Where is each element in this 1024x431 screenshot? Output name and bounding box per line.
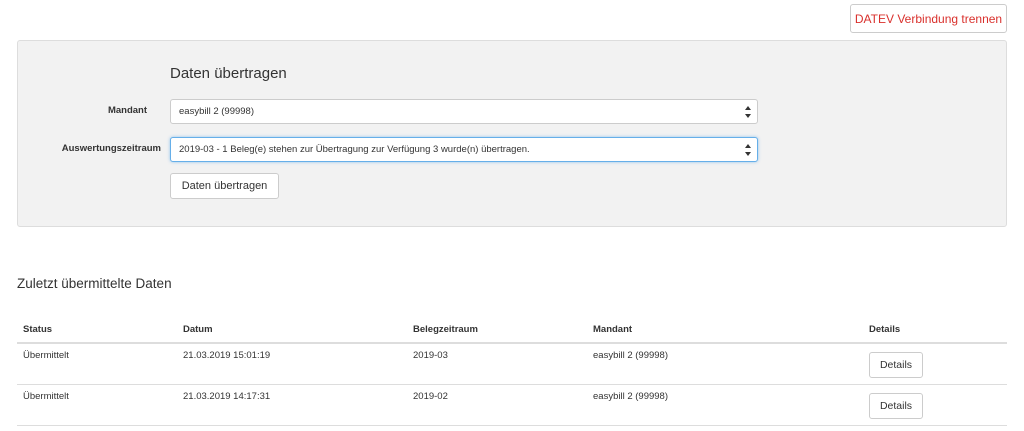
mandant-label: Mandant xyxy=(107,105,147,116)
datev-disconnect-button[interactable]: DATEV Verbindung trennen xyxy=(850,4,1007,33)
column-header-status: Status xyxy=(23,324,53,335)
history-title: Zuletzt übermittelte Daten xyxy=(17,276,172,291)
updown-arrows-icon xyxy=(745,106,751,118)
details-button[interactable]: Details xyxy=(869,352,923,378)
row-mandant: easybill 2 (99998) xyxy=(593,350,668,361)
transfer-panel: Daten übertragen Mandant easybill 2 (999… xyxy=(17,40,1007,227)
mandant-select[interactable]: easybill 2 (99998) xyxy=(170,99,758,124)
panel-title: Daten übertragen xyxy=(170,65,287,82)
history-table: Status Datum Belegzeitraum Mandant Detai… xyxy=(17,319,1007,426)
row-datum: 21.03.2019 14:17:31 xyxy=(183,391,271,402)
zeitraum-label: Auswertungszeitraum xyxy=(61,143,161,154)
table-row: Übermittelt 21.03.2019 14:17:31 2019-02 … xyxy=(17,385,1007,426)
details-button[interactable]: Details xyxy=(869,393,923,419)
table-row: Übermittelt 21.03.2019 15:01:19 2019-03 … xyxy=(17,344,1007,385)
updown-arrows-icon xyxy=(745,144,751,156)
column-header-datum: Datum xyxy=(183,324,213,335)
zeitraum-select[interactable]: 2019-03 - 1 Beleg(e) stehen zur Übertrag… xyxy=(170,137,758,162)
table-header: Status Datum Belegzeitraum Mandant Detai… xyxy=(17,319,1007,344)
column-header-mandant: Mandant xyxy=(593,324,633,335)
zeitraum-select-value: 2019-03 - 1 Beleg(e) stehen zur Übertrag… xyxy=(179,144,530,155)
transfer-data-button[interactable]: Daten übertragen xyxy=(170,173,279,199)
row-datum: 21.03.2019 15:01:19 xyxy=(183,350,271,361)
column-header-belegzeitraum: Belegzeitraum xyxy=(413,324,478,335)
row-mandant: easybill 2 (99998) xyxy=(593,391,668,402)
mandant-select-value: easybill 2 (99998) xyxy=(179,106,254,117)
row-belegzeitraum: 2019-02 xyxy=(413,391,448,402)
row-belegzeitraum: 2019-03 xyxy=(413,350,448,361)
row-status: Übermittelt xyxy=(23,391,69,402)
row-status: Übermittelt xyxy=(23,350,69,361)
column-header-details: Details xyxy=(869,324,901,335)
